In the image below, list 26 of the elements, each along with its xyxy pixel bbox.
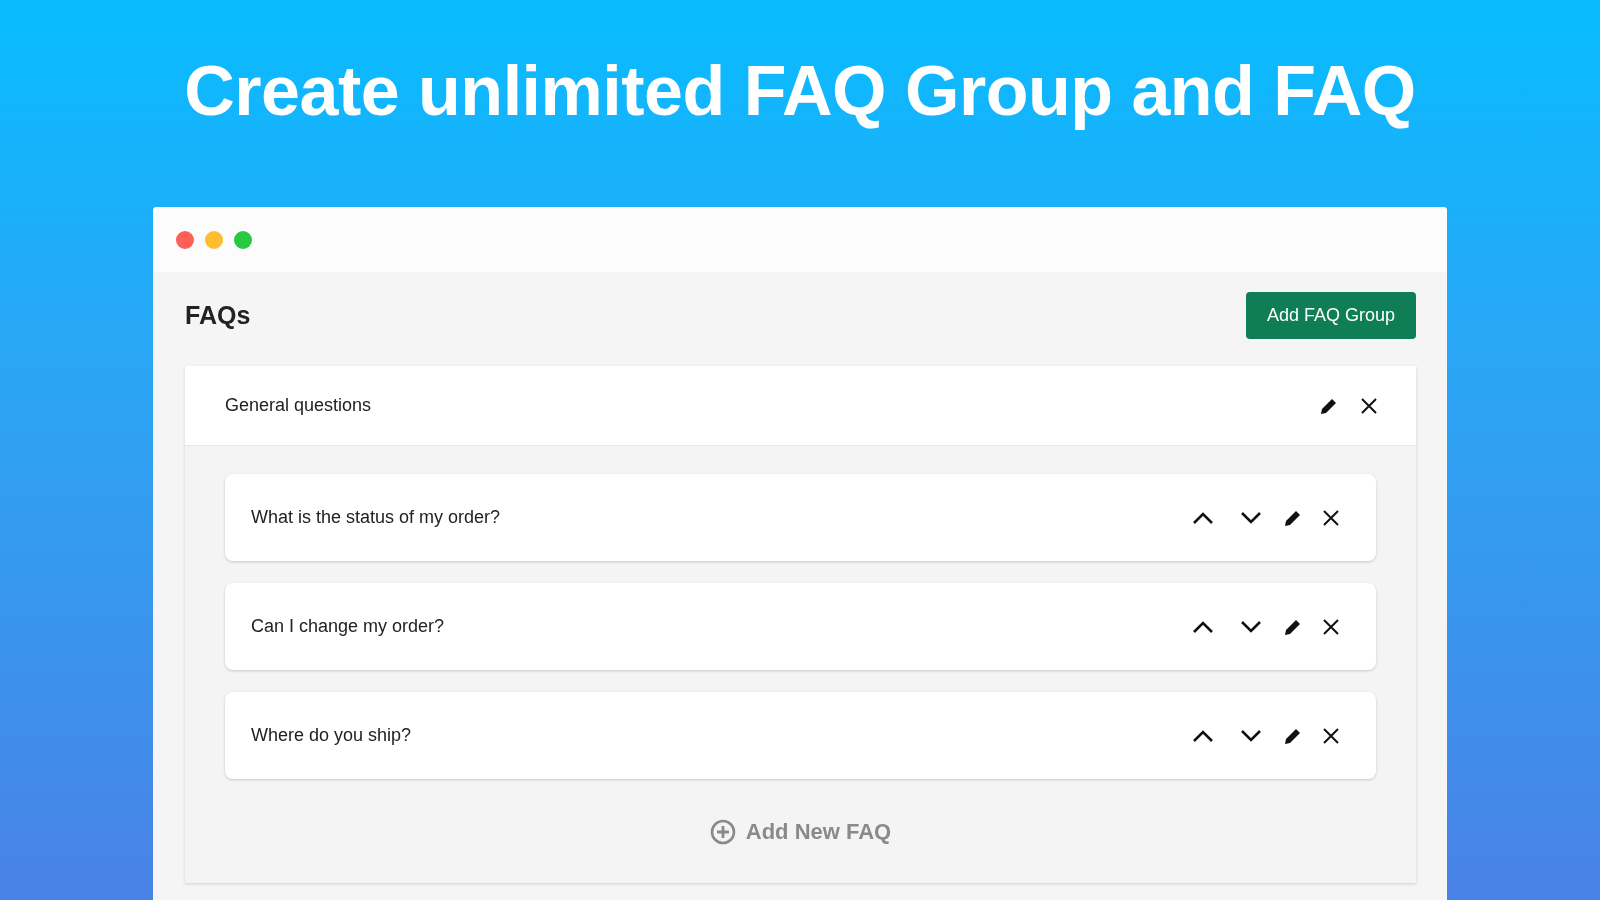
- group-name: General questions: [225, 395, 373, 416]
- plus-circle-icon: [709, 819, 736, 845]
- move-up-icon[interactable]: [1192, 728, 1214, 743]
- delete-icon[interactable]: [1322, 617, 1340, 636]
- delete-icon[interactable]: [1322, 508, 1340, 527]
- window-control-dot[interactable]: [205, 230, 223, 249]
- faq-question: What is the status of my order?: [251, 507, 502, 528]
- edit-icon[interactable]: [1320, 396, 1338, 415]
- window-control-dot[interactable]: [234, 230, 252, 249]
- delete-icon[interactable]: [1360, 396, 1378, 415]
- move-down-icon[interactable]: [1240, 619, 1262, 634]
- edit-icon[interactable]: [1284, 726, 1302, 745]
- move-down-icon[interactable]: [1240, 728, 1262, 743]
- window-control-dot[interactable]: [176, 230, 194, 249]
- faq-question: Can I change my order?: [251, 616, 446, 637]
- edit-icon[interactable]: [1284, 617, 1302, 636]
- move-up-icon[interactable]: [1192, 619, 1214, 634]
- headline: Create unlimited FAQ Group and FAQ: [184, 50, 1416, 131]
- add-faq-group-button[interactable]: Add FAQ Group: [1245, 292, 1416, 339]
- delete-icon[interactable]: [1322, 726, 1340, 745]
- add-new-faq-link[interactable]: Add New FAQ: [709, 819, 892, 845]
- page-title: FAQs: [185, 301, 251, 330]
- move-up-icon[interactable]: [1192, 510, 1214, 525]
- move-down-icon[interactable]: [1240, 510, 1262, 525]
- edit-icon[interactable]: [1284, 508, 1302, 527]
- faq-question: Where do you ship?: [251, 725, 413, 746]
